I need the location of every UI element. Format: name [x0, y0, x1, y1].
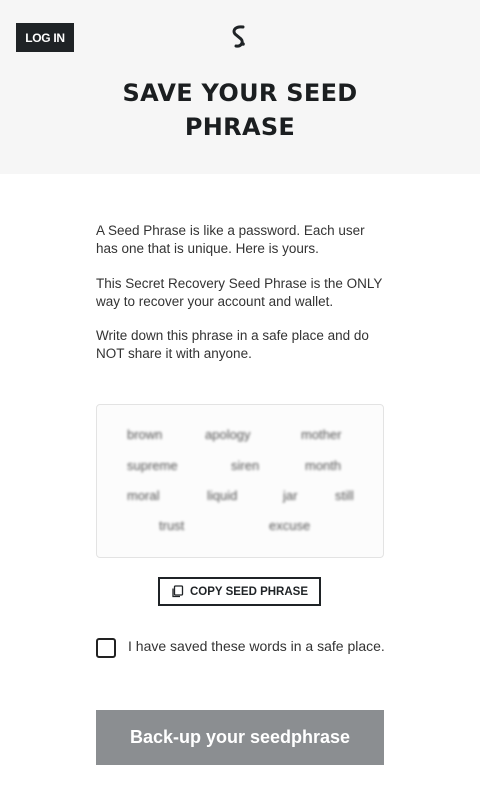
intro-paragraph-1: A Seed Phrase is like a password. Each u… [96, 223, 365, 256]
seed-word: apology [205, 427, 251, 442]
seed-word: still [335, 488, 354, 503]
copy-icon [172, 585, 184, 598]
seed-word: liquid [207, 488, 238, 503]
s-logo-icon [232, 25, 245, 48]
seed-word: moral [127, 488, 160, 503]
saved-words-label[interactable]: I have saved these words in a safe place… [128, 637, 385, 655]
seed-word: jar [283, 488, 298, 503]
seed-word: brown [127, 427, 163, 442]
copy-seed-phrase-label: COPY SEED PHRASE [189, 585, 308, 598]
seed-word: mother [301, 427, 342, 442]
saved-words-checkbox[interactable] [96, 638, 116, 658]
seed-phrase-box: brown apology mother supreme siren month… [96, 404, 384, 558]
seed-word: supreme [127, 458, 178, 473]
page-title-line-1: SAVE YOUR SEED [122, 79, 358, 107]
header: LOG IN SAVE YOUR SEED PHRASE [0, 0, 480, 174]
seed-word: siren [231, 458, 260, 473]
seed-word: month [305, 458, 342, 473]
login-button[interactable]: LOG IN [16, 23, 74, 52]
intro-paragraph-3: Write down this phrase in a safe place a… [96, 328, 369, 361]
page-title-line-2: PHRASE [184, 113, 296, 141]
seed-word: trust [159, 518, 185, 533]
seed-word: excuse [269, 518, 311, 533]
page-title: SAVE YOUR SEED PHRASE [0, 76, 480, 144]
copy-seed-phrase-button[interactable]: COPY SEED PHRASE [158, 577, 321, 606]
intro-paragraph-2: This Secret Recovery Seed Phrase is the … [96, 276, 383, 309]
backup-seedphrase-button[interactable]: Back-up your seedphrase [96, 710, 384, 765]
